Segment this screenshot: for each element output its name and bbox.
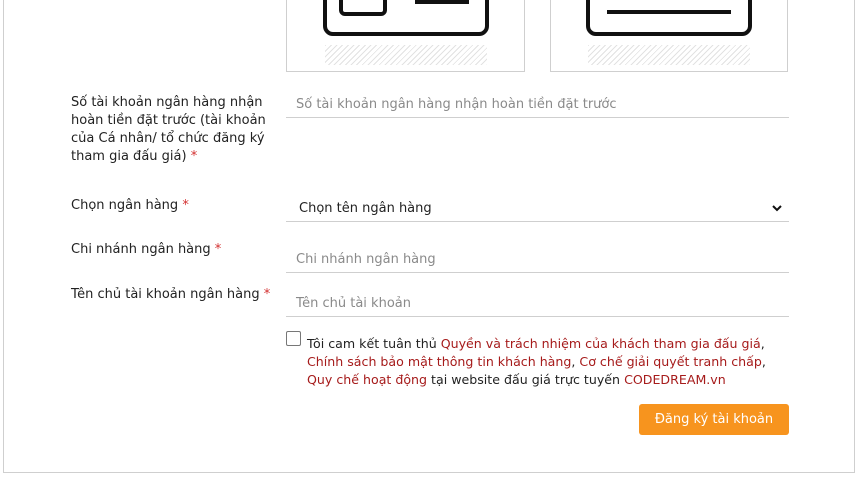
account-holder-label: Tên chủ tài khoản ngân hàng * [71, 287, 271, 302]
chevron-down-icon [772, 205, 782, 212]
site-link[interactable]: CODEDREAM.vn [624, 372, 726, 387]
dispute-resolution-link[interactable]: Cơ chế giải quyết tranh chấp [579, 354, 761, 369]
id-card-front-upload[interactable] [286, 0, 525, 72]
bank-select-value: Chọn tên ngân hàng [299, 201, 432, 216]
auction-rules-link[interactable]: Quyền và trách nhiệm của khách tham gia … [441, 336, 761, 351]
bank-select-label: Chọn ngân hàng * [71, 198, 189, 213]
branch-label: Chi nhánh ngân hàng * [71, 242, 222, 257]
consent-middle: tại website đấu giá trực tuyến [431, 372, 621, 387]
consent-text: Tôi cam kết tuân thủ Quyền và trách nhiệ… [307, 336, 766, 387]
required-mark: * [214, 242, 222, 257]
branch-input[interactable]: Chi nhánh ngân hàng [286, 247, 789, 273]
register-account-button[interactable]: Đăng ký tài khoản [639, 404, 789, 435]
required-mark: * [263, 287, 271, 302]
privacy-policy-link[interactable]: Chính sách bảo mật thông tin khách hàng [307, 354, 571, 369]
card-shadow [325, 45, 487, 65]
card-shadow [588, 45, 750, 65]
consent-prefix: Tôi cam kết tuân thủ [307, 336, 437, 351]
account-number-input[interactable]: Số tài khoản ngân hàng nhận hoàn tiền đặ… [286, 92, 789, 118]
account-holder-input[interactable]: Tên chủ tài khoản [286, 291, 789, 317]
bank-select[interactable]: Chọn tên ngân hàng [286, 196, 789, 222]
required-mark: * [190, 149, 198, 164]
id-card-back-upload[interactable] [550, 0, 788, 72]
required-mark: * [182, 198, 189, 213]
operating-regulations-link[interactable]: Quy chế hoạt động [307, 372, 427, 387]
account-number-label: Số tài khoản ngân hàng nhận hoàn tiền đặ… [71, 95, 266, 164]
consent-checkbox[interactable] [286, 331, 301, 346]
